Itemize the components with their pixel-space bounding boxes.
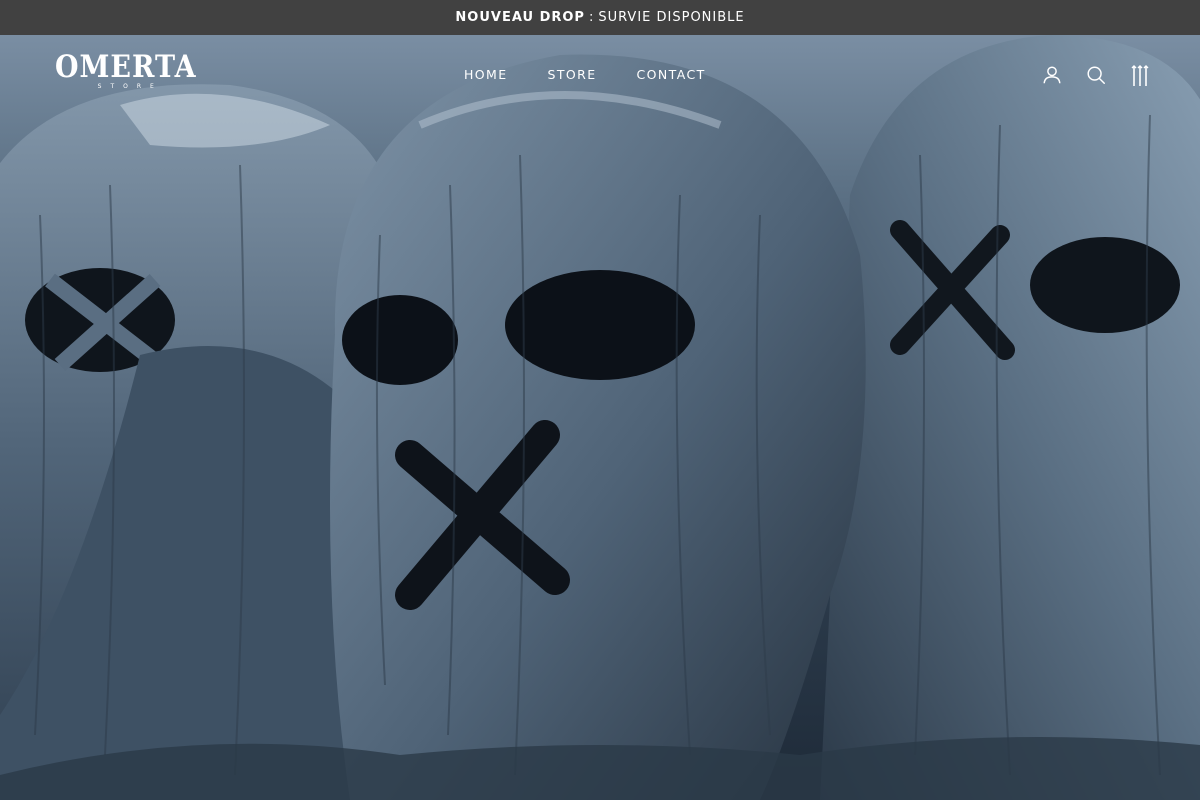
cart-icon [1131, 65, 1149, 86]
search-button[interactable] [1084, 63, 1108, 87]
announcement-separator: : [588, 10, 595, 25]
nav-home-link[interactable]: HOME [464, 67, 508, 82]
main-nav: HOME STORE CONTACT [464, 67, 746, 82]
right-head [820, 35, 1200, 800]
account-button[interactable] [1040, 63, 1064, 87]
nav-contact-link[interactable]: CONTACT [637, 67, 706, 82]
header-icons [1040, 63, 1152, 87]
account-icon [1043, 66, 1061, 84]
cart-button[interactable] [1128, 63, 1152, 87]
announcement-bar: NOUVEAU DROP : SURVIE DISPONIBLE [0, 0, 1200, 35]
hero-image [0, 35, 1200, 800]
logo[interactable]: OMERTA STORE [55, 49, 197, 91]
announcement-text: SURVIE DISPONIBLE [598, 10, 745, 25]
site-header: OMERTA STORE HOME STORE CONTACT [0, 35, 1200, 115]
logo-wordmark: OMERTA [55, 49, 197, 86]
hero-stone-heads-illustration [0, 35, 1200, 800]
announcement-highlight: NOUVEAU DROP [455, 10, 585, 25]
nav-store-link[interactable]: STORE [548, 67, 597, 82]
center-head [330, 54, 866, 800]
search-icon [1087, 66, 1105, 84]
